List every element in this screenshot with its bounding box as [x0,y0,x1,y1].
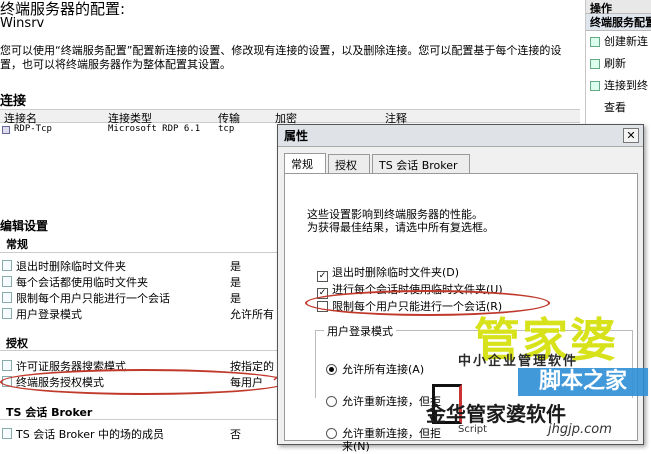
setting-value: 否 [230,428,241,441]
setting-icon [2,308,12,319]
action-view[interactable]: 查看 [586,97,651,119]
checkbox-delete-temp-on-exit[interactable]: ✓ 退出时删除临时文件夹(D) [317,264,459,282]
action-refresh[interactable]: 刷新 [586,53,651,75]
setting-row[interactable]: 限制每个用户只能进行一个会话 是 [2,290,282,305]
description-line-2: 置，也可以将终端服务器作为整体配置其设置。 [0,58,231,71]
action-label: 创建新连 [604,35,648,48]
new-connection-icon [590,37,600,47]
group-broker: TS 会话 Broker [6,406,93,419]
connect-icon [590,81,600,91]
setting-row[interactable]: 用户登录模式 允许所有 [2,306,282,321]
tab-ts-broker[interactable]: TS 会话 Broker [372,154,470,173]
radio-unselected-icon[interactable] [326,428,337,439]
info-text: 这些设置影响到终端服务器的性能。 为获得最佳结果，请选中所有复选框。 [307,208,494,234]
divider [0,419,280,420]
checkbox-label: 退出时删除临时文件夹(D) [332,266,460,279]
connections-table-header: 连接名 连接类型 传输 加密 注释 [0,109,580,125]
connection-icon [2,126,10,134]
radio-allow-reconnect-1[interactable]: 允许重新连接，但拒 [326,393,441,409]
setting-icon [2,260,12,271]
setting-row[interactable]: TS 会话 Broker 中的场的成员 否 [2,426,282,441]
setting-label: 退出时删除临时文件夹 [16,260,126,273]
setting-label: 限制每个用户只能进行一个会话 [16,292,170,305]
connections-heading: 连接 [0,94,27,109]
connection-name-cell: RDP-Tcp [14,124,52,134]
setting-label: 每个会话都使用临时文件夹 [16,276,148,289]
setting-value: 是 [230,276,241,289]
setting-icon [2,292,12,303]
setting-value: 是 [230,292,241,305]
refresh-icon [590,59,600,69]
annotation-ellipse [0,369,288,395]
group-general: 常规 [6,238,28,251]
group-licensing: 授权 [6,337,28,350]
logon-mode-legend: 用户登录模式 [324,323,396,339]
setting-icon [2,360,12,371]
info-line-1: 这些设置影响到终端服务器的性能。 [307,208,483,221]
description-line-1: 您可以使用“终端服务配置”配置新连接的设置、修改现有连接的设置，以及删除连接。您… [0,44,562,57]
watermark-script: Script [458,424,488,435]
description: 您可以使用“终端服务配置”配置新连接的设置、修改现有连接的设置，以及删除连接。您… [0,44,580,72]
actions-subheading[interactable]: 终端服务配置 [586,14,651,31]
watermark-url: jhgjp.com [548,422,612,437]
edit-settings-heading: 编辑设置 [0,219,49,233]
radio-label: 来(N) [342,440,370,453]
divider [0,252,280,253]
action-connect[interactable]: 连接到终 [586,75,651,97]
info-line-2: 为获得最佳结果，请选中所有复选框。 [307,221,494,234]
setting-row[interactable]: 退出时删除临时文件夹 是 [2,258,282,273]
setting-label: 用户登录模式 [16,308,82,321]
setting-icon [2,428,12,439]
setting-row[interactable]: 每个会话都使用临时文件夹 是 [2,274,282,289]
radio-allow-all[interactable]: 允许所有连接(A) [326,361,424,377]
radio-selected-icon[interactable] [326,364,337,375]
server-name: Winsrv [0,16,45,31]
setting-label: TS 会话 Broker 中的场的成员 [16,428,165,441]
tab-licensing[interactable]: 授权 [328,154,370,173]
table-row[interactable]: RDP-Tcp Microsoft RDP 6.1 tcp [0,124,300,137]
dialog-title[interactable]: 属性 [278,125,643,147]
action-create-connection[interactable]: 创建新连 [586,31,651,53]
setting-value: 是 [230,260,241,273]
setting-icon [2,276,12,287]
action-label: 查看 [604,101,626,114]
close-icon[interactable]: ✕ [623,128,639,143]
action-label: 连接到终 [604,79,648,92]
connection-type-cell: Microsoft RDP 6.1 [108,124,201,134]
watermark-banner: 脚本之家 [518,368,648,396]
radio-label: 允许所有连接(A) [342,363,425,376]
setting-value: 允许所有 [230,308,274,321]
divider [0,350,280,351]
transport-cell: tcp [218,124,235,134]
tab-general[interactable]: 常规 [284,153,326,174]
action-label: 刷新 [604,57,626,70]
radio-continuation: 来(N) [342,438,370,454]
watermark-subtitle: 中小企业管理软件 [458,354,579,369]
watermark-name: 金华管家婆软件 [426,402,566,426]
radio-unselected-icon[interactable] [326,396,337,407]
actions-heading: 操作 [586,0,651,15]
